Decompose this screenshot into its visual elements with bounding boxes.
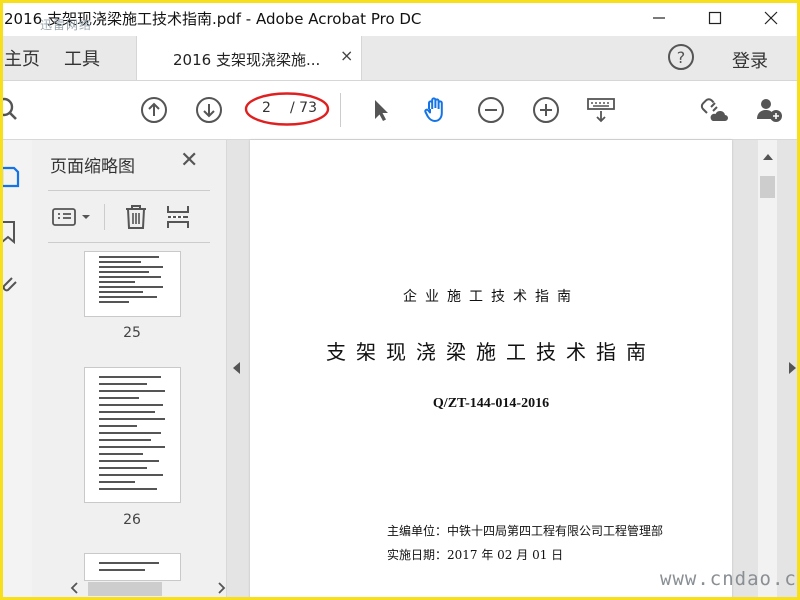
document-tab-label: 2016 支架现浇梁施... bbox=[173, 51, 321, 69]
thumbnail-tools bbox=[48, 202, 226, 232]
highlight-ellipse bbox=[244, 92, 330, 126]
title-bar: 2016 支架现浇梁施工技术指南.pdf - Adobe Acrobat Pro… bbox=[0, 0, 800, 36]
keyboard-icon bbox=[587, 98, 615, 123]
tab-document[interactable]: 2016 支架现浇梁施... × bbox=[136, 36, 362, 80]
minus-circle-icon bbox=[478, 97, 504, 123]
pdf-page: 企业施工技术指南 支架现浇梁施工技术指南 Q/ZT-144-014-2016 主… bbox=[250, 140, 732, 600]
document-editor: 主编单位：中铁十四局第四工程有限公司工程管理部 bbox=[387, 524, 664, 538]
page-layout-button[interactable] bbox=[166, 202, 190, 232]
trash-icon bbox=[126, 205, 146, 229]
scroll-right-icon[interactable] bbox=[214, 578, 228, 598]
current-page-input[interactable]: 2 bbox=[262, 100, 271, 116]
panel-title: 页面缩略图 bbox=[50, 157, 135, 177]
tab-bar: 主页 工具 2016 支架现浇梁施... × ? 登录 bbox=[0, 36, 800, 81]
page-navigator[interactable]: 2 / 73 bbox=[244, 91, 330, 127]
keyboard-scroll-button[interactable] bbox=[586, 95, 616, 125]
minimize-button[interactable] bbox=[636, 0, 682, 36]
arrow-down-circle-icon bbox=[196, 97, 222, 123]
add-user-button[interactable] bbox=[754, 95, 784, 125]
next-page-button[interactable] bbox=[194, 95, 224, 125]
thumbnail-label-26: 26 bbox=[123, 512, 141, 528]
hand-icon bbox=[424, 97, 443, 122]
close-window-button[interactable] bbox=[748, 0, 794, 36]
panel-divider-2 bbox=[48, 242, 210, 243]
signin-button[interactable]: 登录 bbox=[732, 47, 768, 73]
thumbnail-label-25: 25 bbox=[123, 325, 141, 341]
hand-tool-button[interactable] bbox=[421, 95, 451, 125]
thumbnail-page-26[interactable] bbox=[85, 368, 180, 502]
add-user-icon bbox=[757, 99, 782, 122]
document-code: Q/ZT-144-014-2016 bbox=[432, 396, 550, 411]
collapse-left-panel-button[interactable] bbox=[233, 362, 240, 374]
options-list-icon bbox=[52, 208, 90, 226]
zoom-in-button[interactable] bbox=[531, 95, 561, 125]
zoom-out-button[interactable] bbox=[476, 95, 506, 125]
delete-page-button[interactable] bbox=[124, 202, 148, 232]
navigation-rail bbox=[0, 140, 33, 600]
document-title: 支架现浇梁施工技术指南 bbox=[326, 340, 656, 364]
arrow-up-circle-icon bbox=[141, 97, 167, 123]
thumbnail-page-27[interactable] bbox=[85, 554, 180, 580]
doc-scroll-up-icon[interactable] bbox=[763, 154, 773, 160]
maximize-icon bbox=[708, 11, 722, 25]
options-menu-button[interactable] bbox=[52, 202, 94, 232]
link-cloud-icon bbox=[700, 98, 728, 121]
share-link-button[interactable] bbox=[699, 95, 729, 125]
attachment-icon[interactable] bbox=[0, 272, 20, 300]
watermark-top: 迅雷网络 bbox=[40, 18, 93, 32]
tab-home[interactable]: 主页 bbox=[4, 45, 40, 71]
toolbar-divider bbox=[340, 93, 341, 127]
document-org-line: 企业施工技术指南 bbox=[403, 289, 579, 305]
close-panel-button[interactable]: ✕ bbox=[180, 148, 198, 173]
thumbnail-hscrollbar[interactable] bbox=[68, 578, 228, 598]
close-tab-button[interactable]: × bbox=[340, 46, 353, 65]
maximize-button[interactable] bbox=[692, 0, 738, 36]
tool-divider bbox=[104, 204, 105, 230]
watermark-bottom: www.cndao.com bbox=[660, 568, 800, 590]
help-button[interactable]: ? bbox=[668, 44, 694, 70]
toolbar: 2 / 73 bbox=[0, 81, 800, 140]
minimize-icon bbox=[653, 17, 665, 19]
document-viewer[interactable]: 企业施工技术指南 支架现浇梁施工技术指南 Q/ZT-144-014-2016 主… bbox=[227, 140, 800, 600]
thumbnail-panel: 页面缩略图 ✕ 25 26 bbox=[32, 140, 248, 600]
search-icon bbox=[0, 97, 17, 120]
page-break-icon bbox=[167, 206, 189, 228]
expand-right-panel-button[interactable] bbox=[789, 362, 796, 374]
bookmark-icon[interactable] bbox=[0, 218, 20, 246]
search-button[interactable] bbox=[0, 95, 24, 125]
close-icon bbox=[764, 11, 778, 25]
thumbnail-hscroll-thumb[interactable] bbox=[88, 582, 162, 596]
pointer-icon bbox=[375, 100, 388, 121]
document-date: 实施日期：2017 年 02 月 01 日 bbox=[387, 548, 564, 562]
tab-tools[interactable]: 工具 bbox=[64, 45, 100, 71]
panel-divider bbox=[48, 190, 210, 191]
document-scroll-thumb[interactable] bbox=[760, 176, 775, 198]
scroll-left-icon[interactable] bbox=[68, 578, 82, 598]
document-scrollbar[interactable] bbox=[758, 140, 777, 600]
total-pages-label: / 73 bbox=[290, 100, 317, 116]
plus-circle-icon bbox=[533, 97, 559, 123]
thumbnail-page-25[interactable] bbox=[85, 252, 180, 316]
select-tool-button[interactable] bbox=[366, 95, 396, 125]
previous-page-button[interactable] bbox=[139, 95, 169, 125]
page-thumbnails-icon[interactable] bbox=[0, 162, 20, 190]
